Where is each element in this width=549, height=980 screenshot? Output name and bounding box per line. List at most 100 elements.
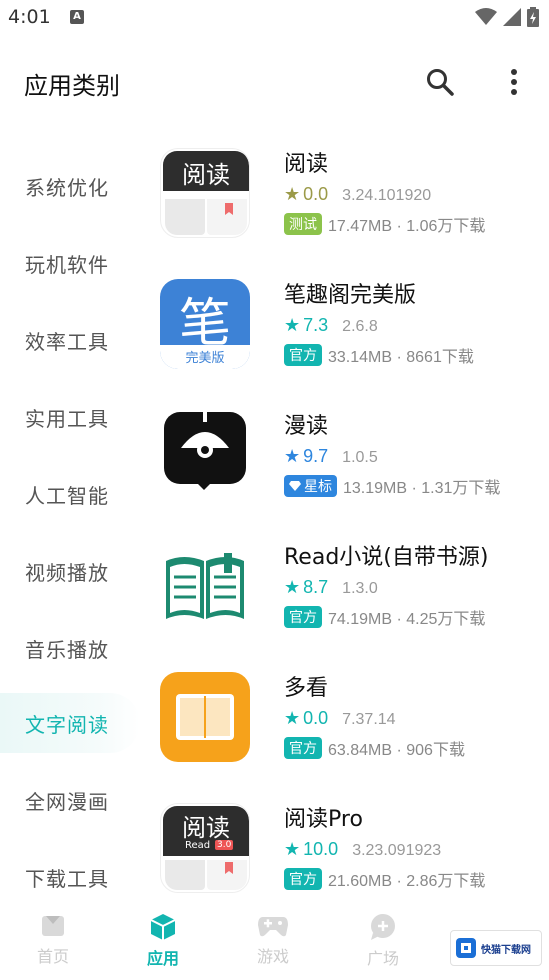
status-bar: 4:01 A bbox=[0, 0, 549, 36]
app-meta: ★ 9.7 1.0.5 bbox=[284, 446, 378, 467]
battery-icon bbox=[527, 7, 539, 27]
app-version: 7.37.14 bbox=[342, 711, 396, 728]
tab-games[interactable]: 游戏 bbox=[228, 913, 318, 967]
app-sub: 官方 63.84MB · 906下载 bbox=[284, 736, 465, 760]
app-sub: 测试 17.47MB · 1.06万下载 bbox=[284, 212, 485, 236]
app-rating: 8.7 bbox=[303, 577, 329, 597]
tab-square[interactable]: 广场 bbox=[338, 913, 428, 969]
app-version: 2.6.8 bbox=[342, 318, 378, 335]
app-size-downloads: 74.19MB · 4.25万下载 bbox=[328, 611, 486, 628]
app-meta: ★ 0.0 7.37.14 bbox=[284, 708, 396, 729]
status-badge: 星标 bbox=[284, 475, 337, 497]
chat-bubble-icon bbox=[371, 914, 395, 940]
app-icon-yuedu: 阅读 bbox=[160, 148, 250, 238]
list-item[interactable]: 多看 ★ 0.0 7.37.14 官方 63.84MB · 906下载 bbox=[160, 672, 540, 772]
app-size-downloads: 33.14MB · 8661下载 bbox=[328, 349, 474, 366]
star-icon: ★ bbox=[284, 839, 301, 860]
watermark-icon bbox=[456, 938, 476, 958]
app-rating: 0.0 bbox=[303, 708, 329, 728]
app-name: 笔趣阁完美版 bbox=[284, 283, 417, 308]
sidebar-item-music[interactable]: 音乐播放 bbox=[0, 618, 140, 678]
app-name: 多看 bbox=[284, 676, 329, 701]
app-size-downloads: 21.60MB · 2.86万下载 bbox=[328, 873, 486, 890]
tab-label: 应用 bbox=[146, 949, 179, 968]
list-item[interactable]: 阅读 Read 3.0 阅读Pro ★ 10.0 3.23.091923 官方 … bbox=[160, 803, 540, 903]
lamp-icon bbox=[181, 412, 229, 458]
status-icons bbox=[475, 7, 539, 27]
app-name: 阅读 bbox=[284, 152, 329, 177]
sidebar-item-comics[interactable]: 全网漫画 bbox=[0, 770, 140, 830]
sidebar-item-video[interactable]: 视频播放 bbox=[0, 541, 140, 601]
sidebar-item-download-tools[interactable]: 下载工具 bbox=[0, 847, 140, 907]
app-icon-text: 阅读 bbox=[182, 161, 230, 189]
home-icon bbox=[42, 916, 64, 936]
more-options-button[interactable] bbox=[494, 62, 534, 102]
open-book-icon bbox=[166, 553, 244, 619]
tab-home[interactable]: 首页 bbox=[8, 913, 98, 967]
list-item[interactable]: Read小说(自带书源) ★ 8.7 1.3.0 官方 74.19MB · 4.… bbox=[160, 541, 540, 641]
app-sub: 官方 33.14MB · 8661下载 bbox=[284, 343, 474, 367]
app-meta: ★ 7.3 2.6.8 bbox=[284, 315, 378, 336]
app-rating: 0.0 bbox=[303, 184, 329, 204]
watermark-text: 快猫下载网 bbox=[481, 944, 531, 956]
app-meta: ★ 8.7 1.3.0 bbox=[284, 577, 378, 598]
app-rating: 9.7 bbox=[303, 446, 329, 466]
star-icon: ★ bbox=[284, 708, 301, 729]
app-icon-biquge: 笔 完美版 bbox=[160, 279, 250, 369]
app-icon-mandu bbox=[160, 410, 250, 500]
app-version: 3.23.091923 bbox=[352, 842, 442, 859]
app-name: 漫读 bbox=[284, 414, 329, 439]
app-size-downloads: 63.84MB · 906下载 bbox=[328, 742, 465, 759]
status-badge: 官方 bbox=[284, 868, 322, 890]
app-version: 3.24.101920 bbox=[342, 187, 432, 204]
star-icon: ★ bbox=[284, 577, 301, 598]
app-sub: 官方 21.60MB · 2.86万下载 bbox=[284, 867, 485, 891]
apps-cube-icon bbox=[150, 914, 176, 940]
status-time: 4:01 bbox=[8, 6, 51, 28]
app-size-downloads: 13.19MB · 1.31万下载 bbox=[343, 480, 501, 497]
wifi-icon bbox=[475, 8, 497, 25]
list-item[interactable]: 阅读 阅读 ★ 0.0 3.24.101920 测试 17.47MB · 1.0… bbox=[160, 148, 540, 248]
tab-label: 游戏 bbox=[256, 947, 289, 966]
diamond-icon bbox=[289, 481, 301, 491]
tab-label: 首页 bbox=[36, 947, 69, 966]
page-title: 应用类别 bbox=[24, 72, 120, 100]
app-icon-tag: 3.0 bbox=[215, 840, 234, 850]
app-icon-yuedu-pro: 阅读 Read 3.0 bbox=[160, 803, 250, 893]
app-size-downloads: 17.47MB · 1.06万下载 bbox=[328, 218, 486, 235]
app-rating: 7.3 bbox=[303, 315, 329, 335]
sidebar-item-phone-tools[interactable]: 玩机软件 bbox=[0, 233, 140, 293]
sidebar-item-efficiency[interactable]: 效率工具 bbox=[0, 310, 140, 370]
app-version: 1.3.0 bbox=[342, 580, 378, 597]
app-rating: 10.0 bbox=[303, 839, 339, 859]
sidebar-item-system-optimize[interactable]: 系统优化 bbox=[0, 156, 140, 216]
sidebar-item-reading[interactable]: 文字阅读 bbox=[0, 693, 140, 753]
more-vertical-icon bbox=[511, 69, 517, 95]
status-badge: 官方 bbox=[284, 344, 322, 366]
app-icon-subtext: Read bbox=[185, 840, 211, 851]
signal-icon bbox=[503, 8, 521, 26]
sidebar-item-utilities[interactable]: 实用工具 bbox=[0, 387, 140, 447]
gamepad-icon bbox=[258, 917, 288, 937]
status-badge-label: 星标 bbox=[304, 479, 332, 495]
app-meta: ★ 0.0 3.24.101920 bbox=[284, 184, 431, 205]
app-icon-text: 阅读 bbox=[182, 814, 230, 842]
app-meta: ★ 10.0 3.23.091923 bbox=[284, 839, 441, 860]
status-badge: 测试 bbox=[284, 213, 322, 235]
search-button[interactable] bbox=[420, 62, 460, 102]
star-icon: ★ bbox=[284, 446, 301, 467]
watermark-logo: 快猫下载网 bbox=[450, 930, 542, 966]
star-icon: ★ bbox=[284, 315, 301, 336]
book-icon bbox=[176, 694, 234, 740]
list-item[interactable]: 漫读 ★ 9.7 1.0.5 星标 13.19MB · 1.31万下载 bbox=[160, 410, 540, 510]
app-sub: 官方 74.19MB · 4.25万下载 bbox=[284, 605, 485, 629]
app-sub: 星标 13.19MB · 1.31万下载 bbox=[284, 474, 500, 498]
sidebar-item-ai[interactable]: 人工智能 bbox=[0, 464, 140, 524]
status-badge: 官方 bbox=[284, 606, 322, 628]
tab-apps[interactable]: 应用 bbox=[118, 913, 208, 969]
status-badge: 官方 bbox=[284, 737, 322, 759]
app-name: 阅读Pro bbox=[284, 807, 363, 832]
app-icon-subtext: 完美版 bbox=[185, 351, 225, 366]
list-item[interactable]: 笔 完美版 笔趣阁完美版 ★ 7.3 2.6.8 官方 33.14MB · 86… bbox=[160, 279, 540, 379]
star-icon: ★ bbox=[284, 184, 301, 205]
